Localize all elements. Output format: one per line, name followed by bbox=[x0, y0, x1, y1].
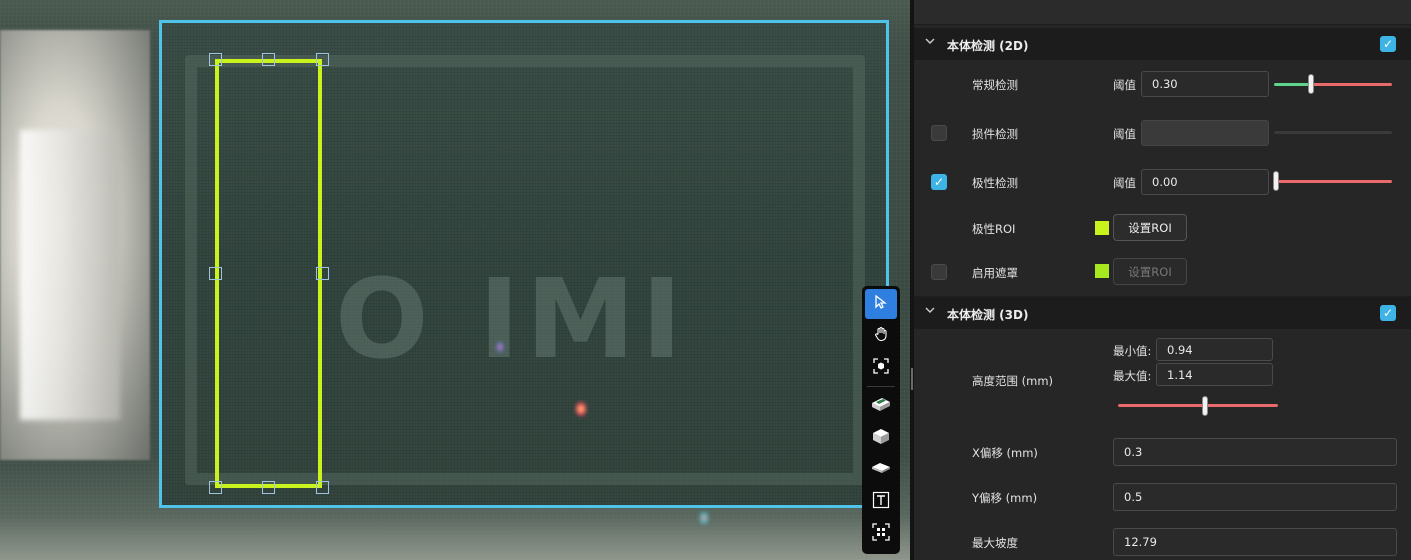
cursor-icon bbox=[873, 294, 889, 314]
regular-detection-label: 常规检测 bbox=[972, 78, 1018, 92]
component-3d-icon bbox=[870, 395, 892, 417]
text-tool-button[interactable] bbox=[865, 487, 897, 517]
damage-threshold-input[interactable] bbox=[1141, 120, 1269, 146]
x-offset-input[interactable]: 0.3 bbox=[1113, 438, 1397, 466]
damage-detection-label: 损件检测 bbox=[972, 127, 1018, 141]
polarity-detection-checkbox[interactable]: ✓ bbox=[931, 174, 947, 190]
image-viewer[interactable]: O IMI bbox=[0, 0, 910, 560]
toolbar-divider bbox=[867, 386, 895, 387]
polarity-roi-label: 极性ROI bbox=[972, 222, 1016, 236]
pad-highlight bbox=[20, 130, 120, 420]
polarity-threshold-label: 阈值 bbox=[1113, 176, 1136, 190]
section-title-2d: 本体检测 (2D) bbox=[947, 39, 1029, 53]
section-title-3d: 本体检测 (3D) bbox=[947, 308, 1029, 322]
scan-tool-button[interactable] bbox=[865, 519, 897, 549]
roi-handle-top-left[interactable] bbox=[209, 53, 222, 66]
cube-3d-icon bbox=[870, 426, 892, 450]
polarity-set-roi-button[interactable]: 设置ROI bbox=[1113, 214, 1187, 241]
height-range-label: 高度范围 (mm) bbox=[972, 374, 1054, 388]
roi-handle-left[interactable] bbox=[209, 267, 222, 280]
qr-scan-icon bbox=[872, 523, 890, 545]
section-3d-enable-checkbox[interactable]: ✓ bbox=[1380, 305, 1396, 321]
splitter-grip[interactable] bbox=[911, 368, 913, 390]
check-icon: ✓ bbox=[1382, 37, 1394, 51]
x-offset-label: X偏移 (mm) bbox=[972, 446, 1038, 460]
height-max-input[interactable]: 1.14 bbox=[1156, 363, 1273, 386]
section-header-2d[interactable]: 本体检测 (2D) ✓ bbox=[914, 28, 1411, 60]
height-min-input[interactable]: 0.94 bbox=[1156, 338, 1273, 361]
mask-set-roi-button[interactable]: 设置ROI bbox=[1113, 258, 1187, 285]
section-header-3d[interactable]: 本体检测 (3D) ✓ bbox=[914, 297, 1411, 329]
enable-mask-checkbox[interactable] bbox=[931, 264, 947, 280]
check-icon: ✓ bbox=[1382, 306, 1394, 320]
select-tool-button[interactable] bbox=[865, 289, 897, 319]
polarity-threshold-slider-thumb[interactable] bbox=[1273, 171, 1279, 191]
check-icon: ✓ bbox=[933, 175, 945, 189]
hand-icon bbox=[873, 326, 889, 346]
chip-flat-icon bbox=[870, 460, 892, 480]
polarity-roi-rectangle[interactable] bbox=[215, 59, 322, 488]
polarity-roi-color-swatch[interactable] bbox=[1095, 221, 1109, 235]
enable-mask-label: 启用遮罩 bbox=[972, 266, 1018, 280]
y-offset-label: Y偏移 (mm) bbox=[972, 491, 1038, 505]
glint-spot bbox=[700, 512, 708, 524]
chevron-down-icon[interactable] bbox=[924, 304, 936, 320]
chevron-down-icon[interactable] bbox=[924, 35, 936, 51]
regular-threshold-input[interactable]: 0.30 bbox=[1141, 71, 1269, 97]
regular-threshold-slider-track[interactable] bbox=[1311, 83, 1392, 86]
polarity-detection-label: 极性检测 bbox=[972, 176, 1018, 190]
y-offset-input[interactable]: 0.5 bbox=[1113, 483, 1397, 511]
text-icon bbox=[872, 491, 890, 513]
polarity-threshold-slider-track[interactable] bbox=[1276, 180, 1392, 183]
damage-threshold-slider-track bbox=[1274, 131, 1392, 134]
mask-color-swatch[interactable] bbox=[1095, 264, 1109, 278]
regular-threshold-slider-thumb[interactable] bbox=[1308, 74, 1314, 94]
parameters-panel: 本体检测 (2D) ✓ 常规检测 阈值 0.30 损件检测 阈值 ✓ 极性检测 … bbox=[914, 0, 1411, 560]
roi-handle-bottom-left[interactable] bbox=[209, 481, 222, 494]
regular-threshold-slider-fill bbox=[1274, 83, 1311, 86]
panel-top-bar bbox=[914, 0, 1411, 25]
height-max-label: 最大值: bbox=[1113, 369, 1152, 383]
view-3d-flat-tool-button[interactable] bbox=[865, 455, 897, 485]
height-range-slider-thumb[interactable] bbox=[1202, 396, 1208, 416]
view-3d-front-tool-button[interactable] bbox=[865, 391, 897, 421]
roi-handle-top-right[interactable] bbox=[316, 53, 329, 66]
roi-handle-top[interactable] bbox=[262, 53, 275, 66]
max-slope-label: 最大坡度 bbox=[972, 536, 1018, 550]
section-2d-enable-checkbox[interactable]: ✓ bbox=[1380, 36, 1396, 52]
roi-handle-right[interactable] bbox=[316, 267, 329, 280]
view-toolbar bbox=[862, 286, 900, 554]
max-slope-input[interactable]: 12.79 bbox=[1113, 528, 1397, 556]
regular-threshold-label: 阈值 bbox=[1113, 78, 1136, 92]
fit-view-tool-button[interactable] bbox=[865, 353, 897, 383]
height-min-label: 最小值: bbox=[1113, 344, 1152, 358]
roi-handle-bottom[interactable] bbox=[262, 481, 275, 494]
view-3d-side-tool-button[interactable] bbox=[865, 423, 897, 453]
roi-handle-bottom-right[interactable] bbox=[316, 481, 329, 494]
damage-threshold-label: 阈值 bbox=[1113, 127, 1136, 141]
pan-tool-button[interactable] bbox=[865, 321, 897, 351]
damage-detection-checkbox[interactable] bbox=[931, 125, 947, 141]
height-range-slider-track[interactable] bbox=[1118, 404, 1278, 407]
polarity-threshold-input[interactable]: 0.00 bbox=[1141, 169, 1269, 195]
focus-box-icon bbox=[873, 358, 889, 378]
